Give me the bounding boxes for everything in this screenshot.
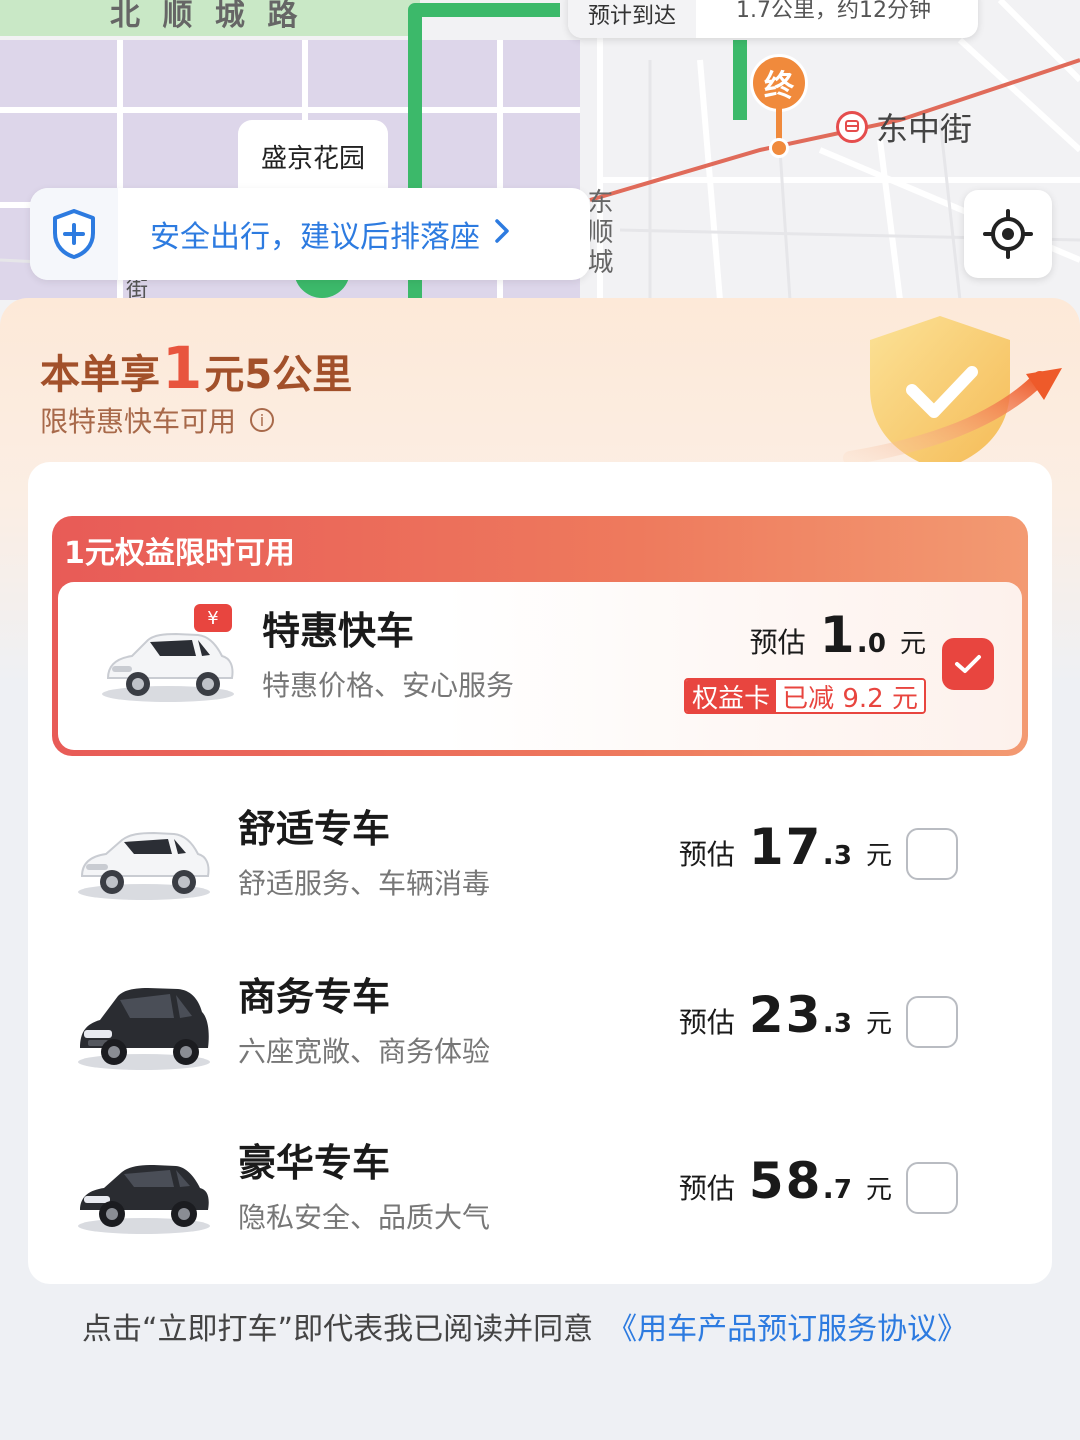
road-label-north: 北 顺 城 路 (110, 0, 304, 33)
map-view[interactable]: 北 顺 城 路 东顺城 街 预计到达 1.7公里，约12分钟 终 东中街 盛京花… (0, 0, 1080, 340)
ride-option-row[interactable]: 舒适专车 舒适服务、车辆消毒 预估 17 . 3 元 (28, 788, 1004, 938)
price-integer: 58 (748, 1152, 823, 1210)
agreement-notice: 点击“立即打车”即代表我已阅读并同意 《用车产品预订服务协议》 (82, 1304, 967, 1348)
ride-option-checkbox[interactable] (942, 638, 994, 690)
metro-station-label: 东中街 (876, 110, 973, 148)
discount-badge: 权益卡 已减 9.2 元 (684, 678, 926, 714)
price-decimal-point: . (822, 837, 834, 872)
promo-group-title: 1元权益限时可用 (64, 536, 295, 571)
promo-title-suffix: 元5公里 (204, 352, 353, 398)
ride-option-desc: 隐私安全、品质大气 (238, 1201, 491, 1234)
price-estimate: 预估 58 . 7 元 (679, 1152, 892, 1210)
price-integer: 23 (748, 986, 823, 1044)
ride-option-row[interactable]: 商务专车 六座宽敞、商务体验 预估 23 . 3 元 (28, 956, 1004, 1106)
agreement-link[interactable]: 《用车产品预订服务协议》 (607, 1312, 967, 1347)
price-decimal: 0 (867, 629, 886, 659)
ride-option-checkbox[interactable] (906, 1162, 958, 1214)
ride-option-checkbox[interactable] (906, 828, 958, 880)
safety-tip-bar[interactable]: 安全出行，建议后排落座 (30, 188, 590, 280)
ride-option-checkbox[interactable] (906, 996, 958, 1048)
safety-tip-text: 安全出行，建议后排落座 (150, 220, 480, 255)
locate-button[interactable] (964, 190, 1052, 278)
ride-option-content: ¥ 特惠快车 特惠价格、安心服务 预估 1 . 0 元 权益卡 已减 9.2 元 (52, 590, 1028, 740)
price-decimal: 3 (833, 841, 852, 871)
info-icon[interactable]: i (250, 408, 275, 432)
eta-pill: 预计到达 1.7公里，约12分钟 (568, 0, 978, 38)
discount-tag: 权益卡 (686, 680, 777, 712)
chevron-right-icon (494, 217, 510, 252)
price-estimate: 预估 17 . 3 元 (679, 818, 892, 876)
crosshair-icon (983, 209, 1033, 259)
price-estimate: 预估 1 . 0 元 (750, 606, 926, 664)
promo-group: 1元权益限时可用 ¥ 特惠快车 特惠价格、安心服务 预估 1 . 0 元 权益卡… (52, 516, 1028, 756)
price-label: 预估 (678, 1172, 735, 1205)
yuan-badge-icon: ¥ (194, 604, 232, 632)
poi-label[interactable]: 盛京花园 (238, 120, 388, 192)
checkmark-icon (955, 655, 981, 673)
car-black-icon (74, 1140, 214, 1240)
price-estimate: 预估 23 . 3 元 (679, 986, 892, 1044)
eta-value: 1.7公里，约12分钟 (736, 0, 931, 23)
eta-label: 预计到达 (568, 0, 697, 38)
ride-option-name: 舒适专车 (238, 807, 391, 851)
ride-option-name: 商务专车 (238, 975, 391, 1019)
price-decimal-point: . (856, 625, 868, 660)
price-label: 预估 (678, 1006, 735, 1039)
discount-value: 已减 9.2 元 (776, 680, 924, 712)
price-integer: 1 (819, 606, 857, 664)
shield-check-illustration (843, 316, 1062, 470)
ride-option-name: 豪华专车 (238, 1141, 391, 1185)
ride-option-desc: 特惠价格、安心服务 (262, 669, 515, 702)
ride-option-name: 特惠快车 (262, 609, 415, 653)
car-white-icon: ¥ (98, 604, 238, 708)
ride-option-row[interactable]: ¥ 特惠快车 特惠价格、安心服务 预估 1 . 0 元 权益卡 已减 9.2 元 (58, 582, 1022, 750)
promo-title: 本单享 1 元5公里 (40, 334, 352, 402)
price-unit: 元 (865, 1009, 892, 1039)
destination-marker-stem (776, 108, 782, 142)
price-label: 预估 (749, 626, 806, 659)
map-background (0, 0, 1080, 340)
destination-marker-dot (769, 138, 789, 158)
car-white-icon (74, 806, 214, 906)
car-black-icon (74, 974, 214, 1074)
metro-icon (836, 111, 868, 143)
promo-subtitle-text: 限特惠快车可用 (40, 405, 237, 438)
promo-subtitle[interactable]: 限特惠快车可用 i (40, 400, 275, 440)
price-integer: 17 (748, 818, 823, 876)
shield-plus-icon (30, 188, 118, 280)
price-decimal-point: . (822, 1005, 834, 1040)
promo-title-highlight: 1 (162, 334, 203, 402)
price-decimal: 7 (833, 1175, 852, 1205)
metro-station[interactable]: 东中街 (836, 104, 972, 150)
ride-option-desc: 六座宽敞、商务体验 (238, 1035, 491, 1068)
ride-options-list: 1元权益限时可用 ¥ 特惠快车 特惠价格、安心服务 预估 1 . 0 元 权益卡… (28, 462, 1052, 1284)
destination-marker[interactable]: 终 (750, 54, 808, 112)
price-unit: 元 (865, 841, 892, 871)
price-unit: 元 (865, 1175, 892, 1205)
price-unit: 元 (899, 629, 926, 659)
agreement-text: 点击“立即打车”即代表我已阅读并同意 (82, 1312, 594, 1347)
ride-option-row[interactable]: 豪华专车 隐私安全、品质大气 预估 58 . 7 元 (28, 1122, 1004, 1272)
price-decimal: 3 (833, 1009, 852, 1039)
price-decimal-point: . (822, 1171, 834, 1206)
price-label: 预估 (678, 838, 735, 871)
ride-option-desc: 舒适服务、车辆消毒 (238, 867, 491, 900)
ride-options-panel: 本单享 1 元5公里 限特惠快车可用 i 1元权益限时可用 ¥ 特惠快车 特惠价… (0, 298, 1080, 1440)
promo-title-prefix: 本单享 (40, 352, 160, 398)
